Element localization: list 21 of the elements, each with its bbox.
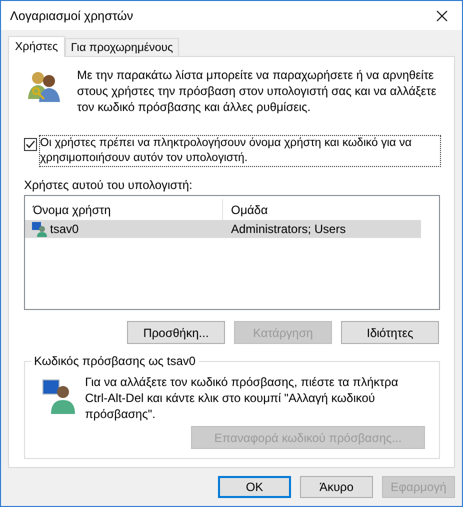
table-cell: tsav0 [50, 222, 79, 236]
table-cell: Administrators; Users [231, 222, 346, 236]
intro-text: Με την παρακάτω λίστα μπορείτε να παραχωρήσετε ή να αρνηθείτε στους χρήστες την πρόσβαση στον υπολογιστή σας και να αλλάξετε τον κωδικό πρόσβασης και άλλες ρυθμίσεις. [77, 67, 438, 115]
users-icon [27, 69, 61, 103]
action-button[interactable]: Ιδιότητες [341, 321, 439, 344]
group-title: Κωδικός πρόσβασης ως tsav0 [31, 354, 199, 368]
window-title: Λογαριασμοί χρηστών [10, 8, 134, 22]
close-icon[interactable] [436, 10, 448, 22]
column-header[interactable]: Ομάδα [223, 199, 268, 220]
checkbox[interactable] [24, 138, 37, 151]
users-label: Χρήστες αυτού του υπολογιστή: [24, 178, 194, 192]
password-help-text: Για να αλλάξετε τον κωδικό πρόσβασης, πιέστε τα πλήκτρα Ctrl-Alt-Del και κάντε κλικ στο κουμπί "Αλλαγή κωδικού πρόσβασης". [85, 374, 400, 422]
dialog-button[interactable]: OK [218, 476, 291, 498]
dialog-button[interactable]: Άκυρο [300, 476, 373, 498]
user-computer-icon [41, 378, 75, 414]
tab[interactable]: Χρήστες [8, 36, 65, 57]
checkbox-label[interactable]: Οι χρήστες πρέπει να πληκτρολογήσουν όνομα χρήστη και κωδικό για να χρησιμοποιήσουν αυτόν τον υπολογιστή. [40, 136, 440, 166]
tab[interactable]: Για προχωρημένους [64, 38, 180, 56]
user-computer-icon [31, 221, 47, 237]
action-button[interactable]: Προσθήκη... [127, 321, 225, 344]
user-row[interactable]: tsav0 Administrators; Users [25, 220, 421, 238]
